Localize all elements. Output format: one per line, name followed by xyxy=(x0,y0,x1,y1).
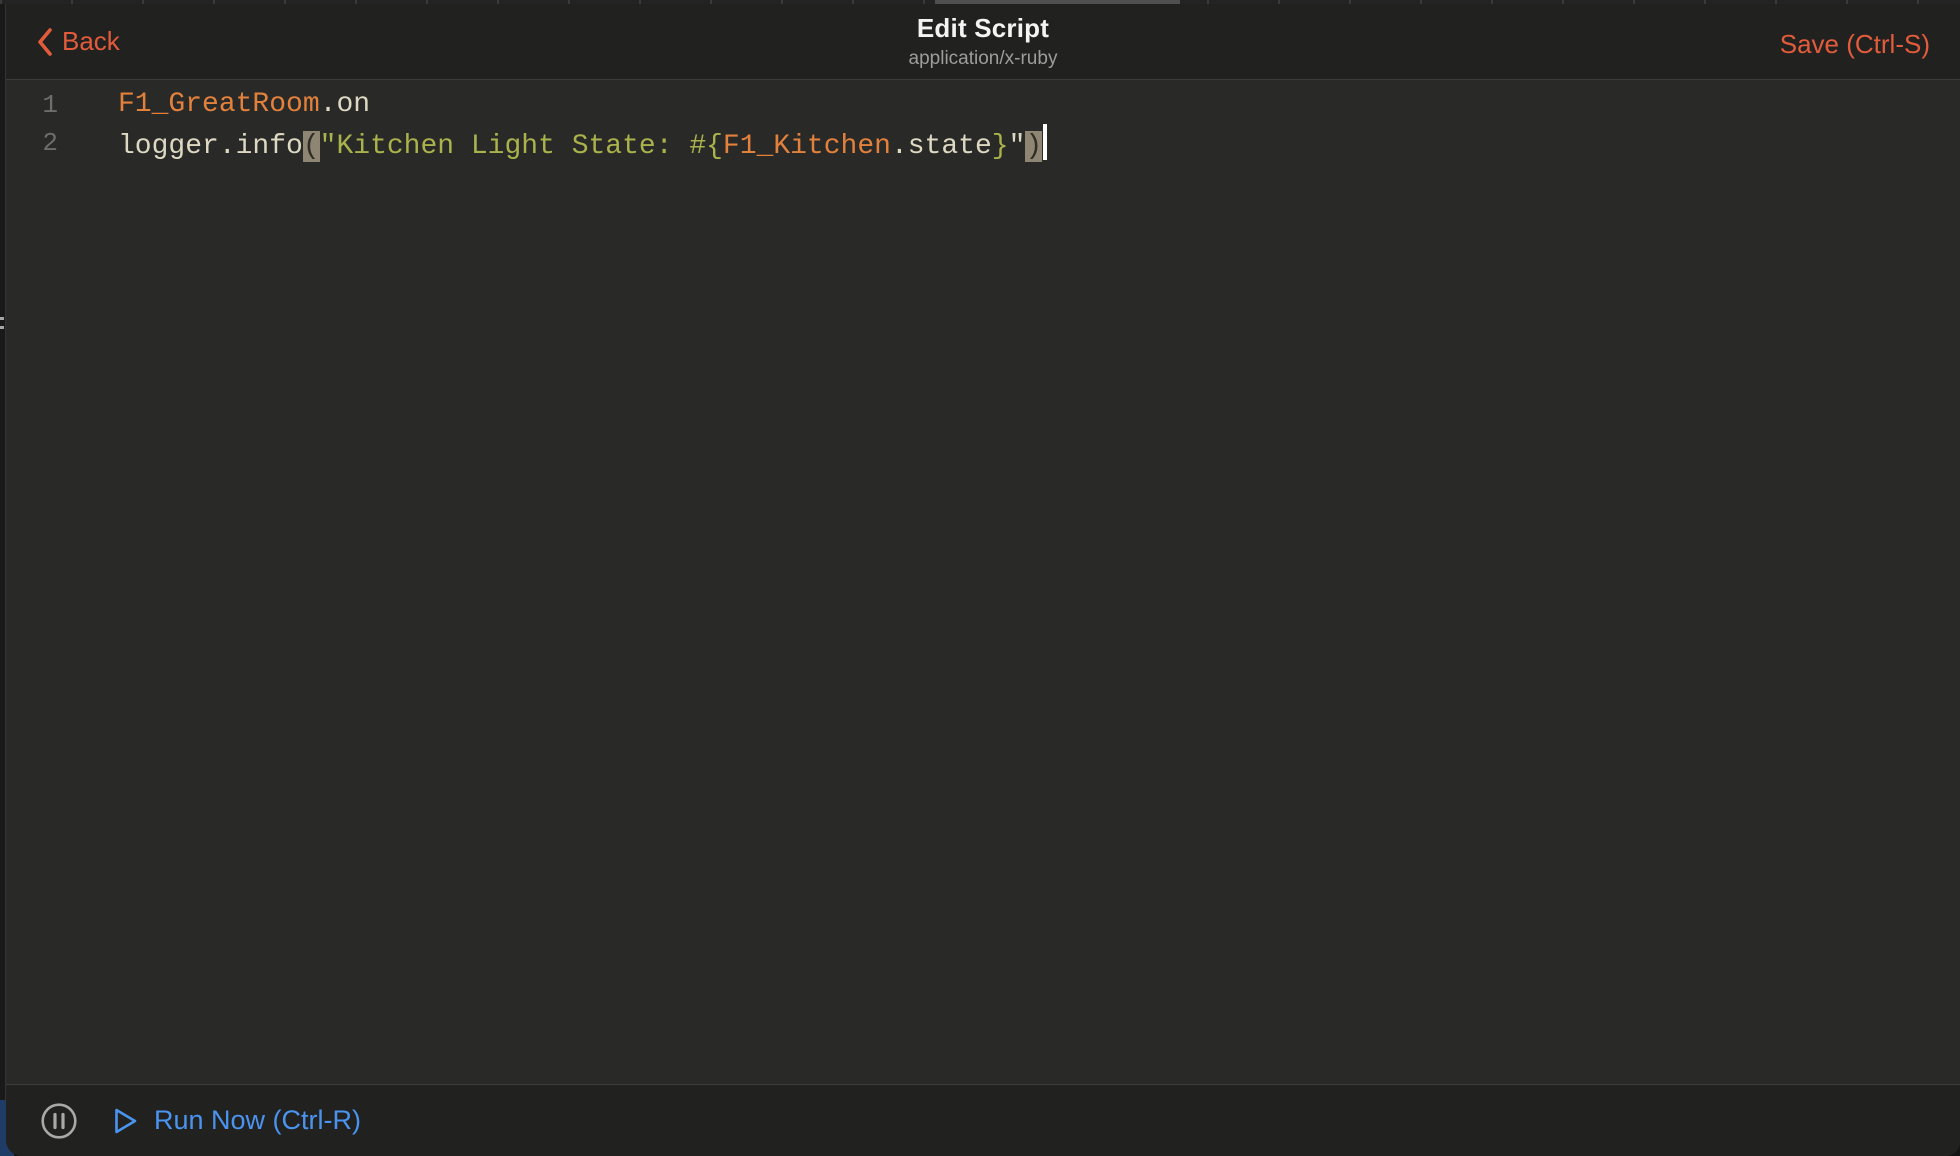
play-icon xyxy=(112,1106,139,1136)
code-token: } xyxy=(992,131,1009,162)
edit-script-sheet: Back Edit Script application/x-ruby Save… xyxy=(6,4,1960,1156)
page-title: Edit Script xyxy=(6,13,1960,44)
line-number: 2 xyxy=(6,124,58,162)
code-line[interactable]: 1 F1_GreatRoom.on xyxy=(6,86,1960,124)
background-fragment xyxy=(0,317,4,320)
screen: Back Edit Script application/x-ruby Save… xyxy=(0,0,1960,1156)
code-token: " xyxy=(1009,131,1026,162)
text-cursor xyxy=(1043,124,1047,160)
code-line-text: logger.info("Kitchen Light State: #{F1_K… xyxy=(118,124,1047,162)
bottom-toolbar: Run Now (Ctrl-R) xyxy=(6,1084,1960,1156)
run-now-label: Run Now (Ctrl-R) xyxy=(154,1105,361,1136)
line-number: 1 xyxy=(6,86,58,124)
code-token: .state xyxy=(891,131,992,162)
code-editor[interactable]: 1 F1_GreatRoom.on 2 logger.info("Kitchen Li… xyxy=(6,80,1960,1084)
code-token: F1_Kitchen xyxy=(723,131,891,162)
matching-bracket: ( xyxy=(303,131,320,162)
code-token: "Kitchen Light State: #{ xyxy=(320,131,723,162)
code-line[interactable]: 2 logger.info("Kitchen Light State: #{F1_… xyxy=(6,124,1960,162)
code-token: F1_GreatRoom xyxy=(118,89,320,120)
navbar: Back Edit Script application/x-ruby Save… xyxy=(6,4,1960,80)
code-token: .on xyxy=(320,89,370,120)
background-fragment xyxy=(0,326,4,329)
code-token: logger.info xyxy=(118,131,303,162)
matching-bracket: ) xyxy=(1025,131,1042,162)
run-now-button[interactable]: Run Now (Ctrl-R) xyxy=(112,1105,361,1136)
code-lines: 1 F1_GreatRoom.on 2 logger.info("Kitchen Li… xyxy=(6,86,1960,162)
save-button[interactable]: Save (Ctrl-S) xyxy=(1780,29,1930,60)
code-line-text: F1_GreatRoom.on xyxy=(118,86,370,124)
page-subtitle: application/x-ruby xyxy=(6,48,1960,70)
pause-circle-icon[interactable] xyxy=(40,1102,78,1140)
